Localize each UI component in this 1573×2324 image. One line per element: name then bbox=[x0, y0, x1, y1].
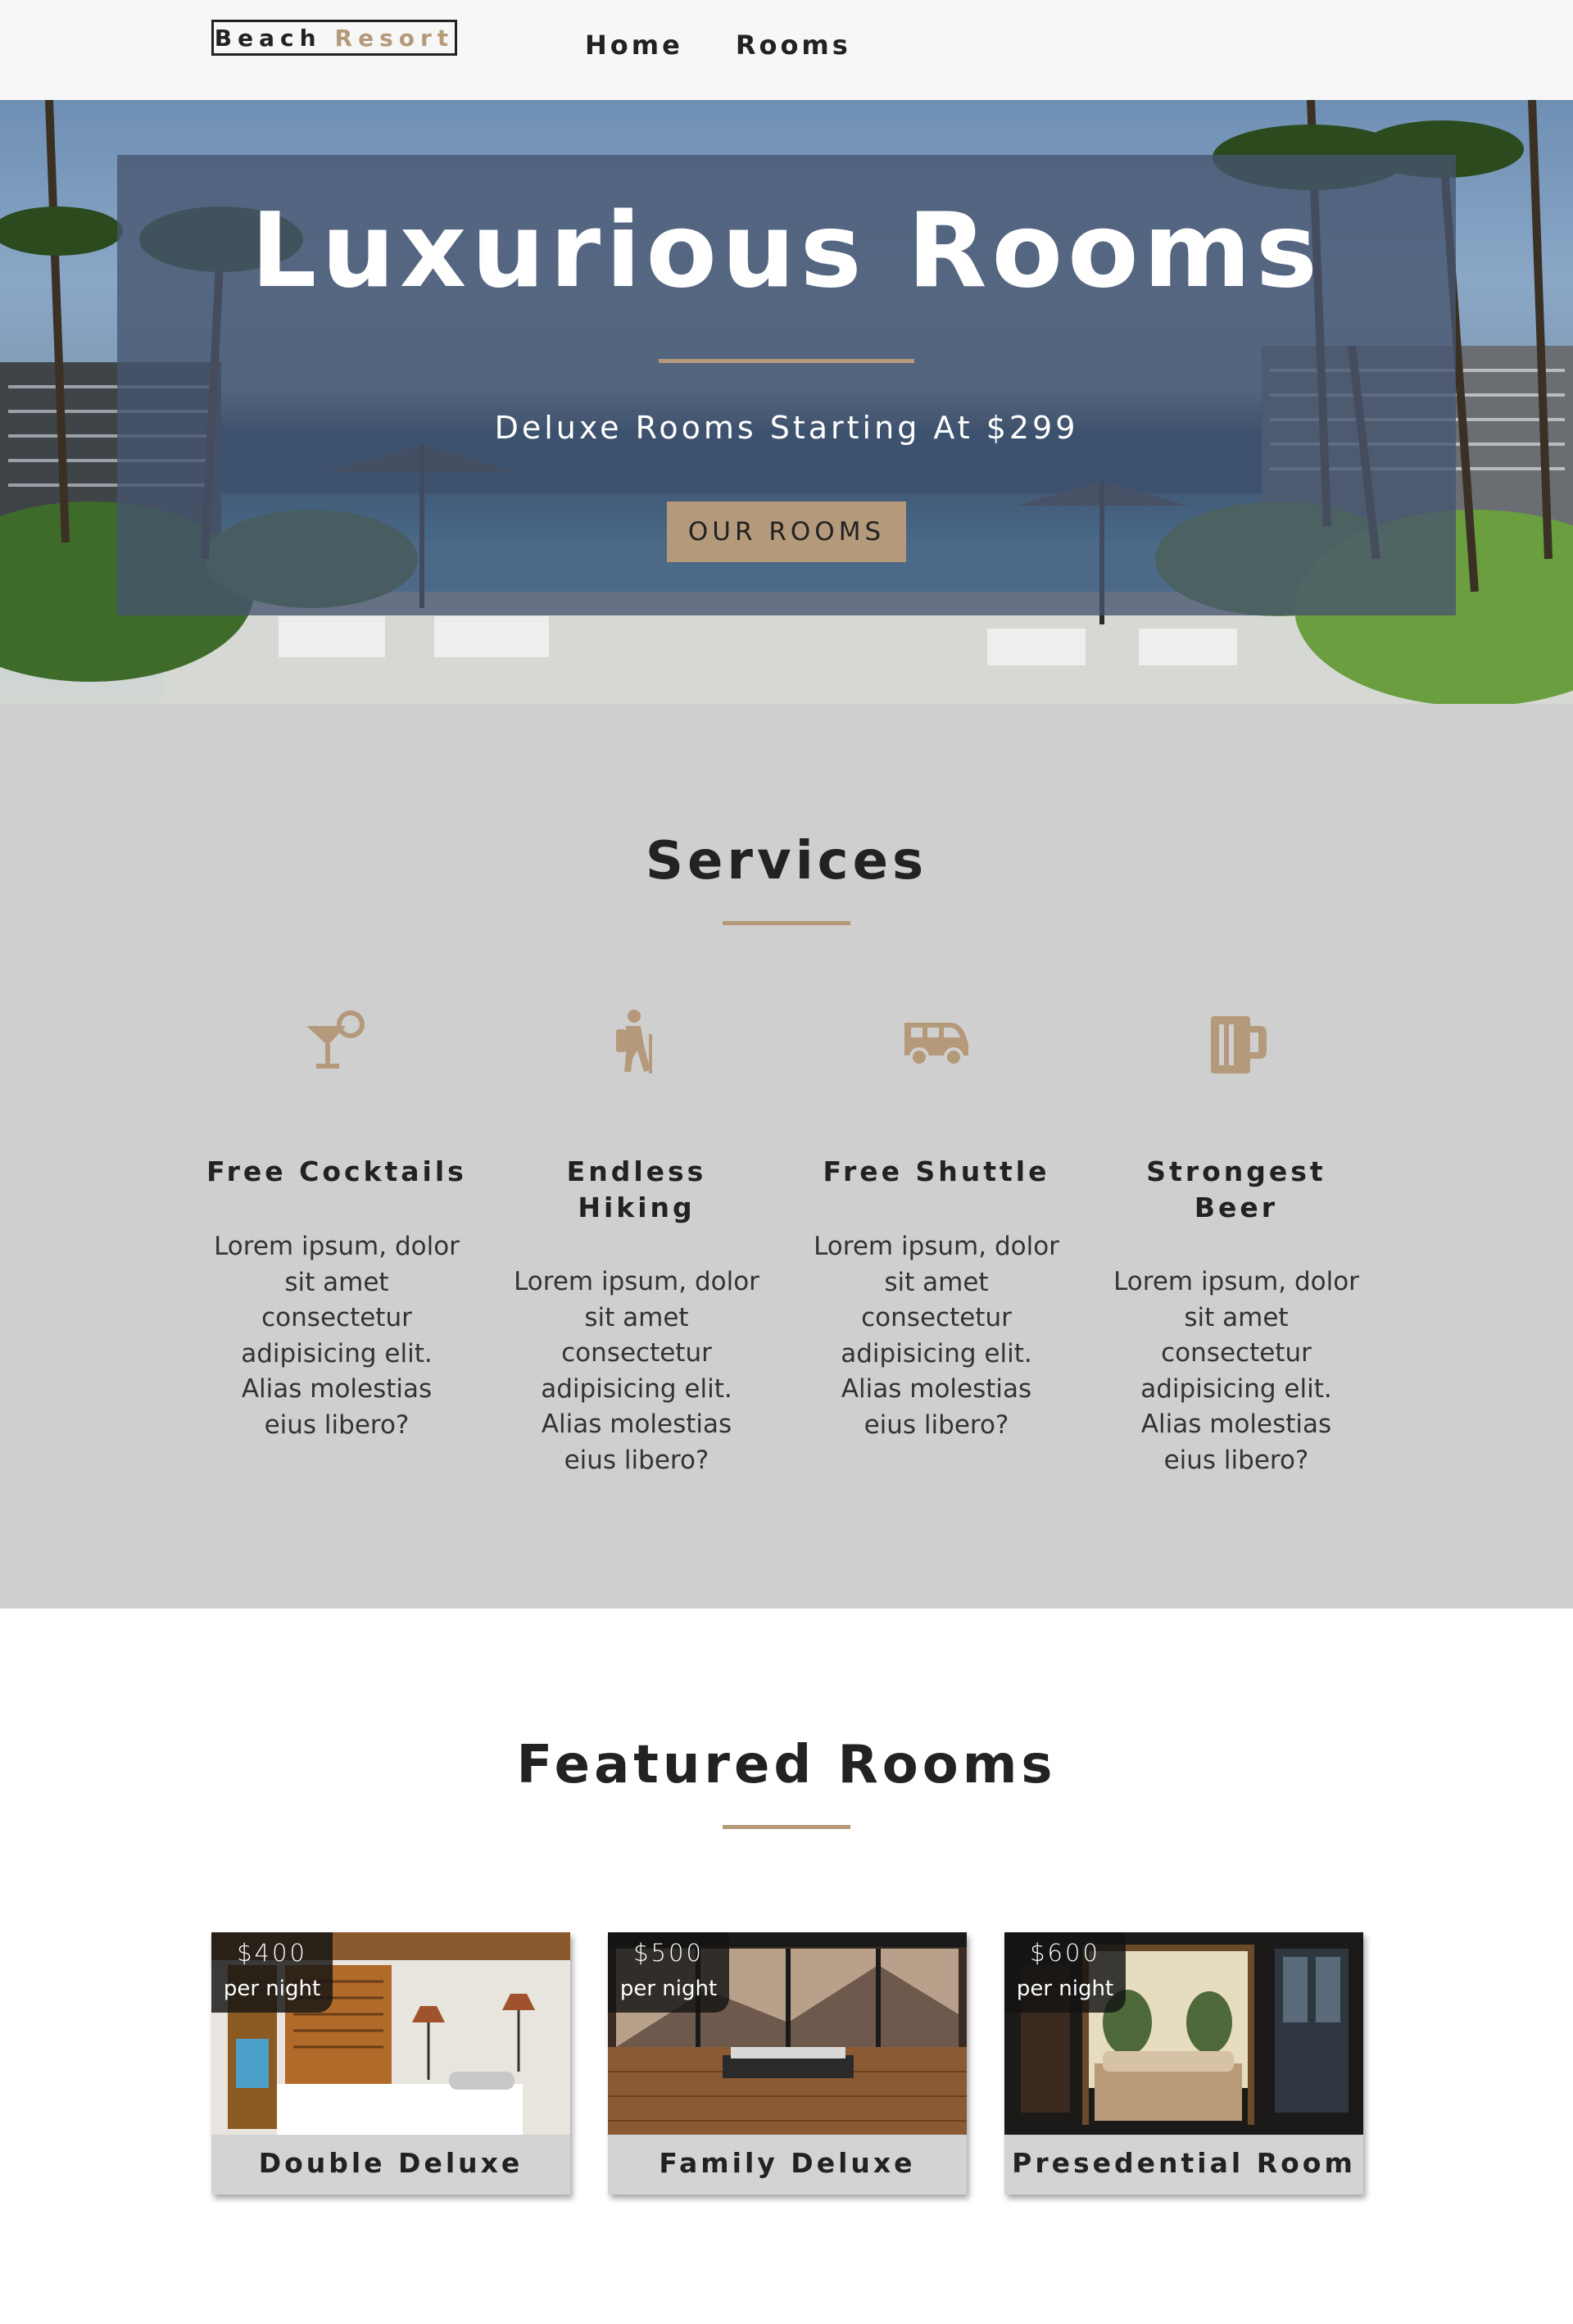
hero-divider bbox=[659, 359, 914, 363]
hero-title: Luxurious Rooms bbox=[251, 190, 1322, 311]
room-card-family-deluxe[interactable]: $500 per night Family Deluxe bbox=[608, 1932, 967, 2195]
featured-rooms-title: Featured Rooms bbox=[516, 1735, 1057, 1795]
nav-link-rooms[interactable]: Rooms bbox=[736, 30, 851, 61]
room-name: Presedential Room bbox=[1012, 2147, 1356, 2179]
nav-link-home[interactable]: Home bbox=[585, 30, 683, 61]
service-text: Lorem ipsum, dolor sit amet consectetur … bbox=[214, 1232, 460, 1440]
price-amount: $600 bbox=[1030, 1939, 1100, 1967]
service-text: Lorem ipsum, dolor sit amet consectetur … bbox=[514, 1267, 759, 1475]
services-title: Services bbox=[645, 831, 928, 892]
hero-subtitle: Deluxe Rooms Starting At $299 bbox=[494, 410, 1079, 446]
logo[interactable]: Beach Resort bbox=[211, 20, 457, 56]
price-amount: $400 bbox=[237, 1939, 307, 1967]
hiking-icon bbox=[505, 1010, 768, 1080]
price-badge: $500 per night bbox=[608, 1932, 729, 2013]
room-name: Family Deluxe bbox=[659, 2147, 916, 2179]
room-card-double-deluxe[interactable]: $400 per night Double Deluxe bbox=[211, 1932, 570, 2195]
shuttle-icon bbox=[805, 1010, 1068, 1080]
navbar: Beach Resort Home Rooms bbox=[0, 0, 1573, 100]
service-text: Lorem ipsum, dolor sit amet consectetur … bbox=[1113, 1267, 1359, 1475]
service-title: Endless Hiking bbox=[566, 1155, 707, 1223]
room-name: Double Deluxe bbox=[258, 2147, 524, 2179]
price-badge: $600 per night bbox=[1004, 1932, 1126, 2013]
cocktail-icon bbox=[205, 1010, 469, 1080]
price-amount: $500 bbox=[633, 1939, 704, 1967]
logo-text-resort: Resort bbox=[334, 24, 455, 52]
service-text: Lorem ipsum, dolor sit amet consectetur … bbox=[814, 1232, 1059, 1440]
price-unit: per night bbox=[619, 1977, 718, 2001]
hero-banner: Luxurious Rooms Deluxe Rooms Starting At… bbox=[0, 100, 1573, 704]
service-title: Free Shuttle bbox=[823, 1155, 1050, 1187]
price-unit: per night bbox=[223, 1977, 321, 2001]
beer-icon bbox=[1104, 1010, 1368, 1080]
services-divider bbox=[723, 921, 850, 925]
room-card-presedential-room[interactable]: $600 per night Presedential Room bbox=[1004, 1932, 1363, 2195]
service-title: Strongest Beer bbox=[1146, 1155, 1326, 1223]
service-title: Free Cocktails bbox=[206, 1155, 467, 1187]
nav-links: Home Rooms bbox=[585, 30, 851, 61]
logo-text-beach: Beach bbox=[214, 24, 322, 52]
featured-rooms-divider bbox=[723, 1825, 850, 1829]
our-rooms-button[interactable]: OUR ROOMS bbox=[667, 502, 906, 562]
price-badge: $400 per night bbox=[211, 1932, 333, 2013]
price-unit: per night bbox=[1016, 1977, 1114, 2001]
